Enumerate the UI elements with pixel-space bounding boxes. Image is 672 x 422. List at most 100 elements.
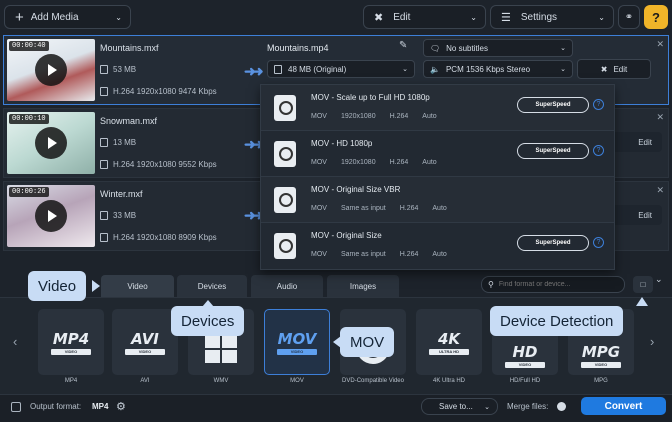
format-label: WMV <box>213 378 229 384</box>
file-size: 53 MB <box>100 65 136 74</box>
callout-video: Video <box>28 271 87 301</box>
search-icon: ⚲ <box>488 280 494 289</box>
play-icon[interactable] <box>35 200 67 232</box>
device-detection-button[interactable]: □ <box>633 276 653 293</box>
edit-button[interactable]: ✖ Edit ⌄ <box>363 5 486 29</box>
preset-meta: MOV 1920x1080 H.264 Auto <box>311 159 437 166</box>
subtitles-dropdown[interactable]: 🗨 No subtitles ⌄ <box>423 39 573 57</box>
chevron-down-icon: ⌄ <box>470 12 477 22</box>
file-codec: H.264 1920x1080 9552 Kbps <box>100 160 217 169</box>
format-label: DVD-Compatible Video <box>342 378 404 384</box>
callout-devices: Devices <box>171 306 245 336</box>
format-label: MPG <box>594 378 608 384</box>
tab-video[interactable]: Video <box>101 275 174 297</box>
merge-files-toggle[interactable] <box>557 402 566 411</box>
file-size: 13 MB <box>100 138 136 147</box>
preset-item[interactable]: MOV - Original Size VBR MOV Same as input… <box>261 177 614 223</box>
callout-mov: MOV <box>340 327 395 357</box>
callout-pointer <box>333 336 341 348</box>
file-name: Mountains.mxf <box>100 43 159 53</box>
format-avi[interactable]: AVI VIDEO <box>112 309 178 375</box>
edit-label: Edit <box>393 11 411 23</box>
play-icon[interactable] <box>35 54 67 86</box>
preset-title: MOV - Original Size VBR <box>311 185 401 194</box>
preset-item[interactable]: MOV - HD 1080p MOV 1920x1080 H.264 Auto Sup… <box>261 131 614 177</box>
duration-badge: 00:00:10 <box>9 114 49 124</box>
format-search[interactable]: ⚲ <box>481 276 625 293</box>
format-label: MOV <box>290 378 304 384</box>
preset-dropdown: MOV - Scale up to Full HD 1080p MOV 1920x… <box>260 84 615 270</box>
preset-meta: MOV 1920x1080 H.264 Auto <box>311 113 437 120</box>
chevron-down-icon: ⌄ <box>560 66 566 73</box>
row-edit-button[interactable]: ✖ Edit <box>577 59 651 79</box>
merge-files-label: Merge files: <box>507 402 549 411</box>
callout-pointer <box>636 297 648 306</box>
preset-item[interactable]: MOV - Original Size MOV Same as input H.26… <box>261 223 614 269</box>
file-size: 33 MB <box>100 211 136 220</box>
remove-file-icon[interactable]: ✕ <box>656 39 664 50</box>
output-settings-gear-icon[interactable]: ⚙ <box>116 400 126 413</box>
settings-button[interactable]: ☰ Settings ⌄ <box>490 5 614 29</box>
mov-file-icon <box>274 141 296 167</box>
file-icon <box>100 138 108 147</box>
format-mp4[interactable]: MP4 VIDEO <box>38 309 104 375</box>
settings-label: Settings <box>520 11 558 23</box>
tab-audio[interactable]: Audio <box>251 275 323 297</box>
chevron-down-icon: ⌄ <box>402 66 408 73</box>
scroll-left-icon[interactable]: ‹ <box>13 334 17 349</box>
preset-title: MOV - Original Size <box>311 231 382 240</box>
callout-pointer <box>202 300 214 307</box>
file-name: Snowman.mxf <box>100 116 158 126</box>
speaker-icon: 🔈 <box>430 64 440 74</box>
preset-title: MOV - HD 1080p <box>311 139 373 148</box>
tab-images[interactable]: Images <box>327 275 399 297</box>
add-media-button[interactable]: + Add Media ⌄ <box>4 5 131 29</box>
output-format-icon <box>11 402 21 412</box>
rename-pencil-icon[interactable]: ✎ <box>399 40 407 51</box>
callout-pointer <box>92 280 100 292</box>
preset-title: MOV - Scale up to Full HD 1080p <box>311 93 430 102</box>
remove-file-icon[interactable]: ✕ <box>656 185 664 196</box>
convert-button[interactable]: Convert <box>581 397 666 415</box>
search-input[interactable] <box>498 281 614 288</box>
save-to-button[interactable]: Save to... ⌄ <box>421 398 498 415</box>
help-icon[interactable]: ? <box>593 237 604 248</box>
device-detect-icon: □ <box>640 280 646 289</box>
add-media-label: Add Media <box>30 11 79 23</box>
superspeed-badge: SuperSpeed <box>517 97 589 113</box>
duration-badge: 00:00:40 <box>9 41 49 51</box>
preset-meta: MOV Same as input H.264 Auto <box>311 205 447 212</box>
audio-track-dropdown[interactable]: 🔈 PCM 1536 Kbps Stereo ⌄ <box>423 60 573 78</box>
preset-item[interactable]: MOV - Scale up to Full HD 1080p MOV 1920x… <box>261 85 614 131</box>
share-button[interactable]: ⚭ <box>618 5 640 29</box>
help-button[interactable]: ? <box>644 5 668 29</box>
play-icon[interactable] <box>35 127 67 159</box>
collapse-panel-icon[interactable]: ⌄ <box>655 274 663 285</box>
callout-device-detection: Device Detection <box>490 306 624 336</box>
film-icon <box>100 87 108 96</box>
output-format-label: Output format: <box>30 402 82 411</box>
file-codec: H.264 1920x1080 8909 Kbps <box>100 233 217 242</box>
format-4k[interactable]: 4K ULTRA HD <box>416 309 482 375</box>
format-label: MP4 <box>64 378 78 384</box>
output-size-dropdown[interactable]: 48 MB (Original) ⌄ <box>267 60 415 78</box>
thumbnail: 00:00:10 <box>7 112 95 174</box>
sliders-icon: ☰ <box>501 11 511 24</box>
mov-vbr-file-icon <box>274 187 296 213</box>
scroll-right-icon[interactable]: › <box>650 334 654 349</box>
output-format-value: MP4 <box>92 402 109 411</box>
tools-icon: ✖ <box>374 11 384 24</box>
format-label: HD/Full HD <box>509 378 541 384</box>
question-icon: ? <box>652 9 660 25</box>
windows-logo-icon <box>205 335 237 363</box>
help-icon[interactable]: ? <box>593 99 604 110</box>
share-icon: ⚭ <box>624 11 634 23</box>
remove-file-icon[interactable]: ✕ <box>656 112 664 123</box>
help-icon[interactable]: ? <box>593 145 604 156</box>
tools-icon: ✖ <box>600 64 608 74</box>
subtitles-icon: 🗨 <box>430 43 441 53</box>
format-mov[interactable]: MOV VIDEO <box>264 309 330 375</box>
tab-devices[interactable]: Devices <box>177 275 247 297</box>
film-icon <box>100 233 108 242</box>
convert-arrow-icon: ➜➜ <box>244 136 264 152</box>
